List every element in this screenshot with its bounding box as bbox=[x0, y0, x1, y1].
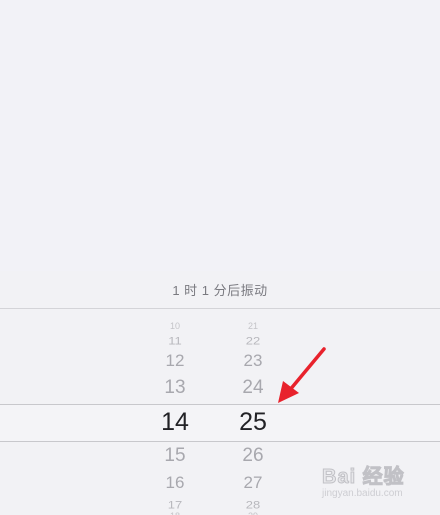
selection-indicator bbox=[0, 404, 440, 442]
watermark-url: jingyan.baidu.com bbox=[322, 488, 403, 499]
minute-option[interactable]: 22 bbox=[223, 334, 283, 347]
red-arrow-annotation bbox=[278, 347, 326, 403]
watermark-brand: Bai 经验 bbox=[322, 466, 405, 489]
minute-option[interactable]: 29 bbox=[223, 511, 283, 515]
minute-option[interactable]: 28 bbox=[223, 498, 283, 511]
hour-wheel[interactable]: 10 11 12 13 14 15 16 17 18 bbox=[145, 309, 205, 515]
hour-option[interactable]: 17 bbox=[145, 498, 205, 511]
hour-selected[interactable]: 14 bbox=[145, 408, 205, 437]
minute-selected[interactable]: 25 bbox=[223, 408, 283, 437]
minute-option[interactable]: 24 bbox=[223, 377, 283, 399]
vibrate-countdown-label: 1 时 1 分后振动 bbox=[172, 283, 268, 298]
minute-option[interactable]: 23 bbox=[223, 351, 283, 371]
minute-option[interactable]: 26 bbox=[223, 445, 283, 467]
empty-content-area bbox=[0, 0, 440, 271]
hour-option[interactable]: 15 bbox=[145, 445, 205, 467]
baidu-jingyan-watermark: Bai 经验 jingyan.baidu.com bbox=[322, 458, 434, 510]
arrow-shaft bbox=[287, 347, 326, 393]
minute-wheel[interactable]: 21 22 23 24 25 26 27 28 29 bbox=[223, 309, 283, 515]
hour-option[interactable]: 12 bbox=[145, 351, 205, 371]
hour-option[interactable]: 18 bbox=[145, 511, 205, 515]
picker-header: 1 时 1 分后振动 bbox=[0, 271, 440, 309]
hour-option[interactable]: 16 bbox=[145, 473, 205, 493]
minute-option[interactable]: 27 bbox=[223, 473, 283, 493]
hour-option[interactable]: 13 bbox=[145, 377, 205, 399]
hour-option[interactable]: 11 bbox=[145, 334, 205, 347]
minute-option[interactable]: 21 bbox=[223, 322, 283, 330]
hour-option[interactable]: 10 bbox=[145, 322, 205, 330]
